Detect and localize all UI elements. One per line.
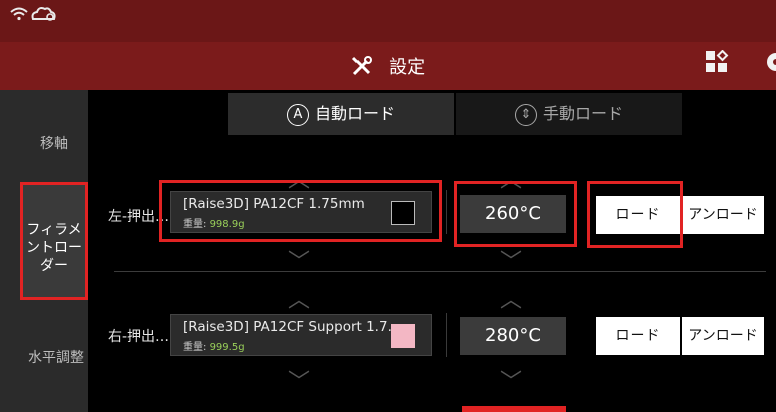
scroll-indicator [462, 406, 566, 412]
auto-mode-icon: A [286, 103, 309, 126]
sidebar-item-move-axis[interactable]: 移軸 [20, 132, 88, 156]
load-button-right[interactable]: ロード [596, 317, 680, 355]
screen: 設定 移軸 フィラメ ントロー ダー 水平調整 A 自動ロード ⇕ 手動ロード ︿ … [0, 0, 776, 412]
divider [446, 313, 447, 357]
sidebar-item-label: 水平調整 [28, 350, 84, 366]
cloud-link-icon [30, 6, 58, 26]
divider [446, 190, 447, 234]
sidebar-item-label-line: ントロー [26, 240, 82, 256]
page-title: 設定 [0, 52, 776, 80]
highlight-box [159, 180, 442, 242]
unload-button-right[interactable]: アンロード [682, 317, 764, 355]
tab-manual-load[interactable]: ⇕ 手動ロード [456, 93, 682, 135]
sidebar-item-leveling[interactable]: 水平調整 [22, 346, 90, 370]
unload-button-left[interactable]: アンロード [682, 196, 764, 234]
highlight-box [454, 181, 577, 247]
material-weight: 重量: 999.5g [183, 338, 245, 353]
color-swatch [391, 324, 415, 348]
highlight-box [587, 181, 683, 248]
material-select-right[interactable]: [Raise3D] PA12CF Support 1.7… 重量: 999.5g [170, 314, 432, 356]
wrench-screwdriver-icon [351, 54, 379, 78]
app-grid-icon[interactable] [705, 49, 729, 80]
manual-mode-icon: ⇕ [514, 103, 537, 126]
chevron-down-icon[interactable]: ﹀ [288, 364, 310, 396]
sidebar-item-label: 移軸 [40, 136, 68, 152]
tab-manual-load-label: 手動ロード [542, 104, 623, 123]
right-extruder-label: 右-押出… [108, 329, 170, 345]
tab-auto-load[interactable]: A 自動ロード [228, 93, 454, 135]
temperature-field-right[interactable]: 280°C [460, 317, 566, 355]
weight-value: 999.5g [209, 342, 245, 353]
page-title-text: 設定 [389, 57, 426, 78]
chevron-up-icon[interactable]: ︿ [288, 282, 310, 314]
chevron-up-icon[interactable]: ︿ [500, 282, 522, 314]
material-name: [Raise3D] PA12CF Support 1.7… [183, 319, 402, 335]
sidebar-item-label-line: ダー [40, 258, 68, 274]
status-bar [0, 0, 776, 42]
weight-label: 重量: [183, 342, 207, 353]
sidebar-item-label-line: フィラメ [26, 222, 82, 238]
wifi-icon [10, 6, 28, 26]
row-divider [114, 271, 766, 272]
chevron-down-icon[interactable]: ﹀ [500, 364, 522, 396]
tab-auto-load-label: 自動ロード [314, 104, 395, 123]
gear-icon[interactable] [762, 50, 776, 80]
sidebar-item-filament-loader[interactable]: フィラメ ントロー ダー [20, 182, 88, 300]
